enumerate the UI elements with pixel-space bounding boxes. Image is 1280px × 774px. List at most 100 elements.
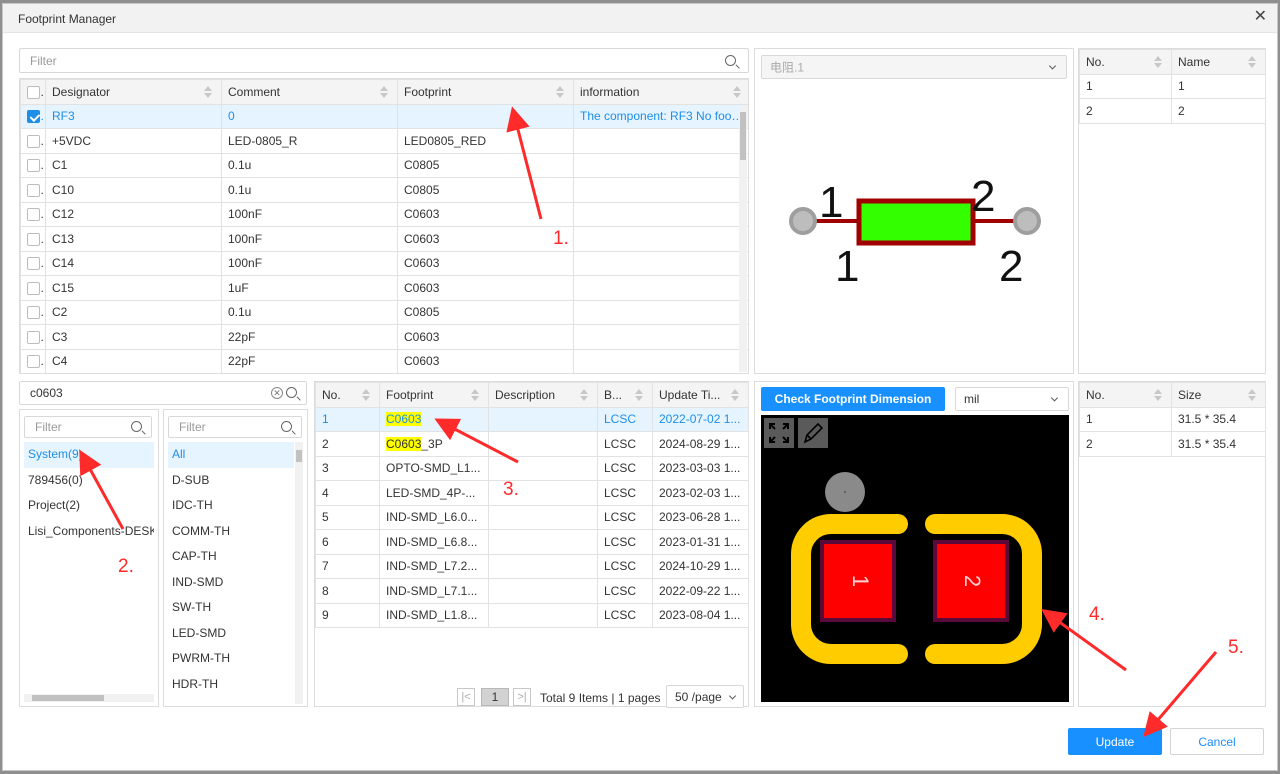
sort-icon[interactable] — [556, 85, 565, 98]
sort-icon[interactable] — [580, 388, 589, 401]
scrollbar-thumb[interactable] — [296, 450, 302, 462]
component-row[interactable]: +5VDC LED-0805_R LED0805_RED — [20, 128, 748, 154]
row-checkbox[interactable] — [27, 330, 40, 344]
row-checkbox[interactable] — [27, 183, 40, 197]
update-button[interactable]: Update — [1068, 728, 1162, 755]
column-header-footprint[interactable]: Footprint — [379, 382, 489, 408]
category-item[interactable]: LED-SMD — [168, 621, 294, 647]
row-checkbox-cell[interactable] — [20, 299, 46, 325]
library-filter-input[interactable] — [24, 416, 152, 438]
component-row[interactable]: C4 22pF C0603 — [20, 348, 748, 373]
current-page-button[interactable]: 1 — [481, 688, 509, 706]
search-icon[interactable] — [281, 421, 292, 432]
sort-icon[interactable] — [380, 85, 389, 98]
component-row[interactable]: C10 0.1u C0805 — [20, 177, 748, 203]
library-item[interactable]: Lisi_Components-DESKTOP — [24, 519, 154, 545]
library-item[interactable]: System(9) — [24, 442, 154, 468]
category-item[interactable]: PWRM-TH — [168, 646, 294, 672]
row-checkbox-cell[interactable] — [20, 275, 46, 301]
footprint-row[interactable]: 1 C0603 LCSC 2022-07-02 1... — [315, 406, 749, 432]
sort-icon[interactable] — [1248, 388, 1257, 401]
component-row[interactable]: C14 100nF C0603 — [20, 250, 748, 276]
footprint-row[interactable]: 6 IND-SMD_L6.8... LCSC 2023-01-31 1... — [315, 529, 749, 555]
pad-size-row[interactable]: 2 31.5 * 35.4 — [1079, 431, 1266, 457]
row-checkbox-cell[interactable] — [20, 226, 46, 252]
row-checkbox-cell[interactable] — [20, 128, 46, 154]
sort-icon[interactable] — [1154, 55, 1163, 68]
search-icon[interactable] — [286, 387, 297, 398]
row-checkbox-cell[interactable] — [20, 324, 46, 350]
category-scrollbar[interactable] — [295, 442, 303, 704]
sort-icon[interactable] — [731, 388, 740, 401]
row-checkbox[interactable] — [27, 257, 40, 271]
search-icon[interactable] — [131, 421, 142, 432]
column-header-b[interactable]: B... — [597, 382, 653, 408]
row-checkbox[interactable] — [27, 355, 40, 369]
row-checkbox[interactable] — [27, 281, 40, 295]
row-checkbox-cell[interactable] — [20, 348, 46, 373]
pin-row[interactable]: 11 — [1079, 73, 1266, 99]
category-item[interactable]: All — [168, 442, 294, 468]
first-page-button[interactable]: |< — [457, 688, 475, 706]
sort-icon[interactable] — [1248, 55, 1257, 68]
row-checkbox[interactable] — [27, 110, 40, 124]
row-checkbox[interactable] — [27, 208, 40, 222]
sort-icon[interactable] — [635, 388, 644, 401]
library-item[interactable]: 789456(0) — [24, 468, 154, 494]
column-header-update-time[interactable]: Update Ti... — [652, 382, 749, 408]
footprint-row[interactable]: 4 LED-SMD_4P-... LCSC 2023-02-03 1... — [315, 480, 749, 506]
cancel-button[interactable]: Cancel — [1170, 728, 1264, 755]
category-item[interactable]: IND-SMD — [168, 570, 294, 596]
sort-icon[interactable] — [471, 388, 480, 401]
row-checkbox[interactable] — [27, 159, 40, 173]
components-scrollbar[interactable] — [739, 106, 747, 372]
column-header-footprint[interactable]: Footprint — [397, 79, 574, 105]
category-item[interactable]: HDR-TH — [168, 672, 294, 698]
column-header-description[interactable]: Description — [488, 382, 598, 408]
footprint-row[interactable]: 7 IND-SMD_L7.2... LCSC 2024-10-29 1... — [315, 553, 749, 579]
pin-row[interactable]: 22 — [1079, 98, 1266, 124]
category-filter-input[interactable] — [168, 416, 302, 438]
category-item[interactable]: SW-TH — [168, 595, 294, 621]
category-item[interactable]: CAP-TH — [168, 544, 294, 570]
scrollbar-thumb[interactable] — [32, 695, 104, 701]
pad-size-row[interactable]: 1 31.5 * 35.4 — [1079, 406, 1266, 432]
library-item[interactable]: Project(2) — [24, 493, 154, 519]
footprint-row[interactable]: 5 IND-SMD_L6.0... LCSC 2023-06-28 1... — [315, 504, 749, 530]
sort-icon[interactable] — [733, 85, 742, 98]
library-search-field[interactable] — [20, 382, 306, 404]
symbol-part-selector[interactable]: 电阻.1 — [761, 55, 1067, 79]
library-search-input[interactable]: ✕ — [19, 381, 307, 405]
page-size-select[interactable]: 50 /page — [666, 685, 744, 708]
footprint-row[interactable]: 8 IND-SMD_L7.1... LCSC 2022-09-22 1... — [315, 578, 749, 604]
column-header-comment[interactable]: Comment — [221, 79, 398, 105]
row-checkbox-cell[interactable] — [20, 201, 46, 227]
sort-icon[interactable] — [1154, 388, 1163, 401]
component-row[interactable]: C2 0.1u C0805 — [20, 299, 748, 325]
sort-icon[interactable] — [362, 388, 371, 401]
column-header-name[interactable]: Name — [1171, 49, 1266, 75]
row-checkbox-cell[interactable] — [20, 103, 46, 129]
unit-select[interactable]: mil — [955, 387, 1069, 411]
row-checkbox-cell[interactable] — [20, 250, 46, 276]
row-checkbox[interactable] — [27, 306, 40, 320]
select-all-checkbox[interactable] — [27, 85, 40, 99]
category-item[interactable]: D-SUB — [168, 468, 294, 494]
sort-icon[interactable] — [204, 85, 213, 98]
category-item[interactable]: IDC-TH — [168, 493, 294, 519]
component-filter-input[interactable] — [19, 48, 749, 73]
component-filter-field[interactable] — [20, 49, 748, 72]
column-header-no[interactable]: No. — [315, 382, 380, 408]
column-header-size[interactable]: Size — [1171, 382, 1266, 408]
row-checkbox-cell[interactable] — [20, 152, 46, 178]
row-checkbox[interactable] — [27, 232, 40, 246]
close-icon[interactable]: ✕ — [1254, 9, 1267, 25]
footprint-row[interactable]: 2 C0603_3P LCSC 2024-08-29 1... — [315, 431, 749, 457]
row-checkbox-cell[interactable] — [20, 177, 46, 203]
column-header-information[interactable]: information — [573, 79, 748, 105]
footprint-row[interactable]: 9 IND-SMD_L1.8... LCSC 2023-08-04 1... — [315, 602, 749, 628]
last-page-button[interactable]: >| — [513, 688, 531, 706]
row-checkbox[interactable] — [27, 134, 40, 148]
clear-circle-icon[interactable]: ✕ — [271, 387, 283, 399]
footprint-row[interactable]: 3 OPTO-SMD_L1... LCSC 2023-03-03 1... — [315, 455, 749, 481]
